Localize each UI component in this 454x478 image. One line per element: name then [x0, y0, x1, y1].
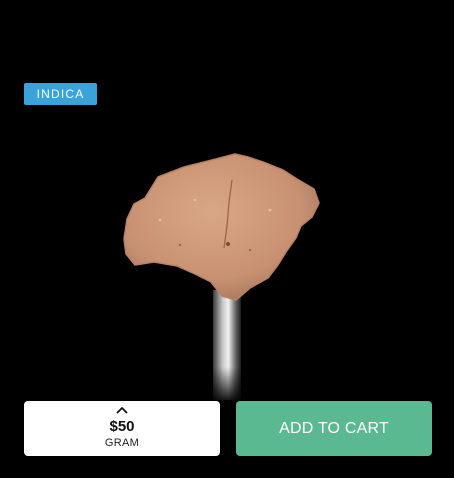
price-value: $50 [109, 418, 135, 435]
price-selector[interactable]: $50 GRAM [24, 401, 220, 456]
strain-type-badge: INDICA [24, 83, 97, 105]
product-screen: INDICA $50 GRAM ADD TO CART [0, 0, 454, 478]
chevron-up-icon[interactable] [116, 406, 128, 414]
price-unit: GRAM [104, 437, 140, 449]
product-image [123, 153, 320, 400]
add-to-cart-button[interactable]: ADD TO CART [236, 401, 432, 456]
